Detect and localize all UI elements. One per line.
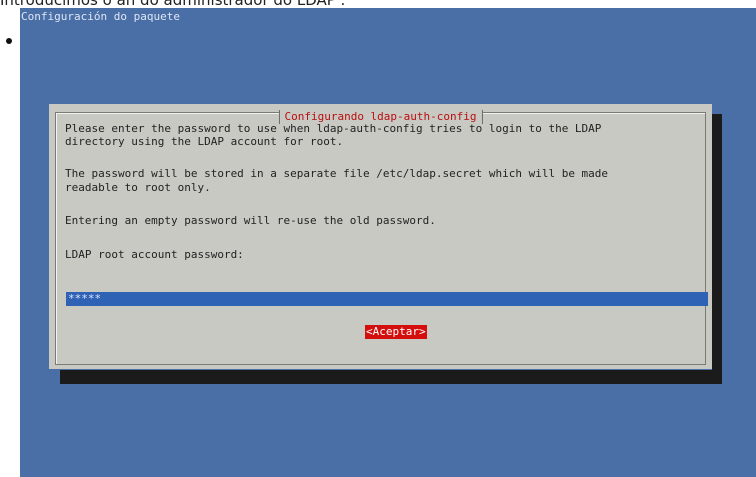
dialog-text-line-4: readable to root only. — [65, 181, 211, 194]
package-config-title: Configuración do paquete — [21, 10, 180, 23]
accept-button[interactable]: <Aceptar> — [365, 325, 427, 339]
dialog-text-line-5: Entering an empty password will re-use t… — [65, 214, 436, 227]
password-prompt-label: LDAP root account password: — [65, 248, 244, 261]
password-input-value: ***** — [68, 292, 102, 305]
page-caption: Introducimos o an do administrador do LD… — [0, 0, 756, 8]
password-input[interactable]: ***** — [66, 292, 708, 306]
dialog-shadow-bottom — [60, 370, 722, 384]
dialog-shadow-right — [712, 114, 722, 384]
config-dialog: Configurando ldap-auth-config Please ent… — [49, 104, 712, 369]
list-bullet — [6, 38, 12, 44]
dialog-frame: Configurando ldap-auth-config Please ent… — [55, 110, 708, 365]
dialog-text-line-2: directory using the LDAP account for roo… — [65, 135, 344, 148]
terminal-screen: Configuración do paquete Configurando ld… — [20, 8, 756, 477]
